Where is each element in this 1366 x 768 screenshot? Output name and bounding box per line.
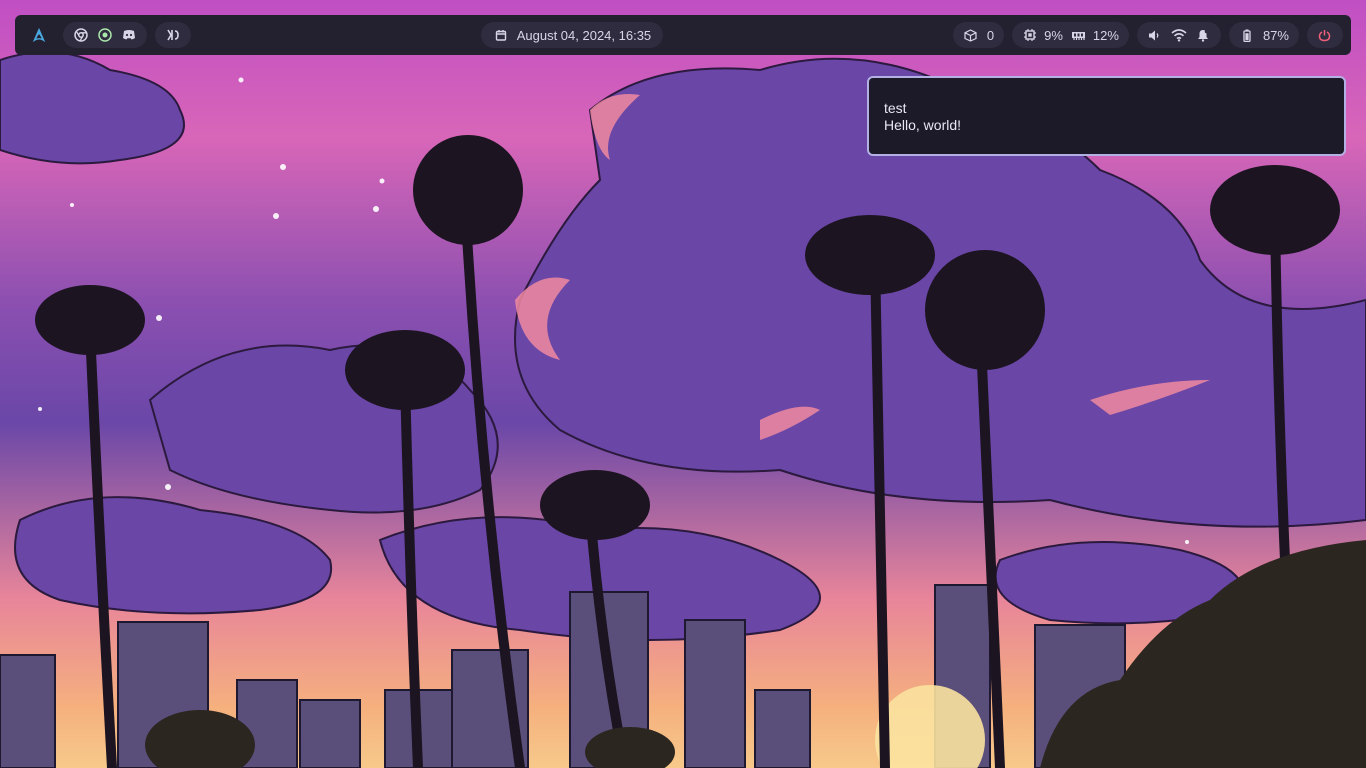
editor-shortcut[interactable] [155,22,191,48]
wifi-icon[interactable] [1171,27,1187,43]
vscode-icon [165,27,181,43]
cpu-icon [1022,27,1038,43]
notification-title: test [884,100,907,116]
notification-popup[interactable]: test Hello, world! [867,76,1346,156]
clock-widget[interactable]: August 04, 2024, 16:35 [480,22,664,48]
cpu-value: 9% [1044,27,1063,43]
launcher-button[interactable] [23,22,55,48]
volume-icon[interactable] [1147,27,1163,43]
right-section: 0 9% 12% 87% [952,22,1343,48]
bell-icon[interactable] [1195,27,1211,43]
memory-icon [1071,27,1087,43]
battery-icon [1239,27,1255,43]
quick-settings-widget[interactable] [1136,22,1221,48]
updates-count: 0 [986,27,995,43]
cpu-metric: 9% [1022,27,1063,43]
app-shortcuts [63,22,147,48]
arch-logo-icon [31,27,47,43]
calendar-icon [493,27,509,43]
chrome-icon[interactable] [73,27,89,43]
top-bar: August 04, 2024, 16:35 0 9% 12% 87% [15,15,1351,55]
system-stats-widget[interactable]: 9% 12% [1012,22,1129,48]
package-icon [963,27,979,43]
battery-value: 87% [1262,27,1289,43]
power-button[interactable] [1306,22,1343,48]
circle-dot-icon[interactable] [97,27,113,43]
memory-metric: 12% [1071,27,1119,43]
updates-widget[interactable]: 0 [952,22,1005,48]
power-icon [1317,27,1333,43]
datetime-text: August 04, 2024, 16:35 [516,27,652,43]
notification-body: Hello, world! [884,117,962,133]
left-section [23,22,191,48]
memory-value: 12% [1092,27,1119,43]
discord-icon[interactable] [121,27,137,43]
battery-widget[interactable]: 87% [1228,22,1299,48]
